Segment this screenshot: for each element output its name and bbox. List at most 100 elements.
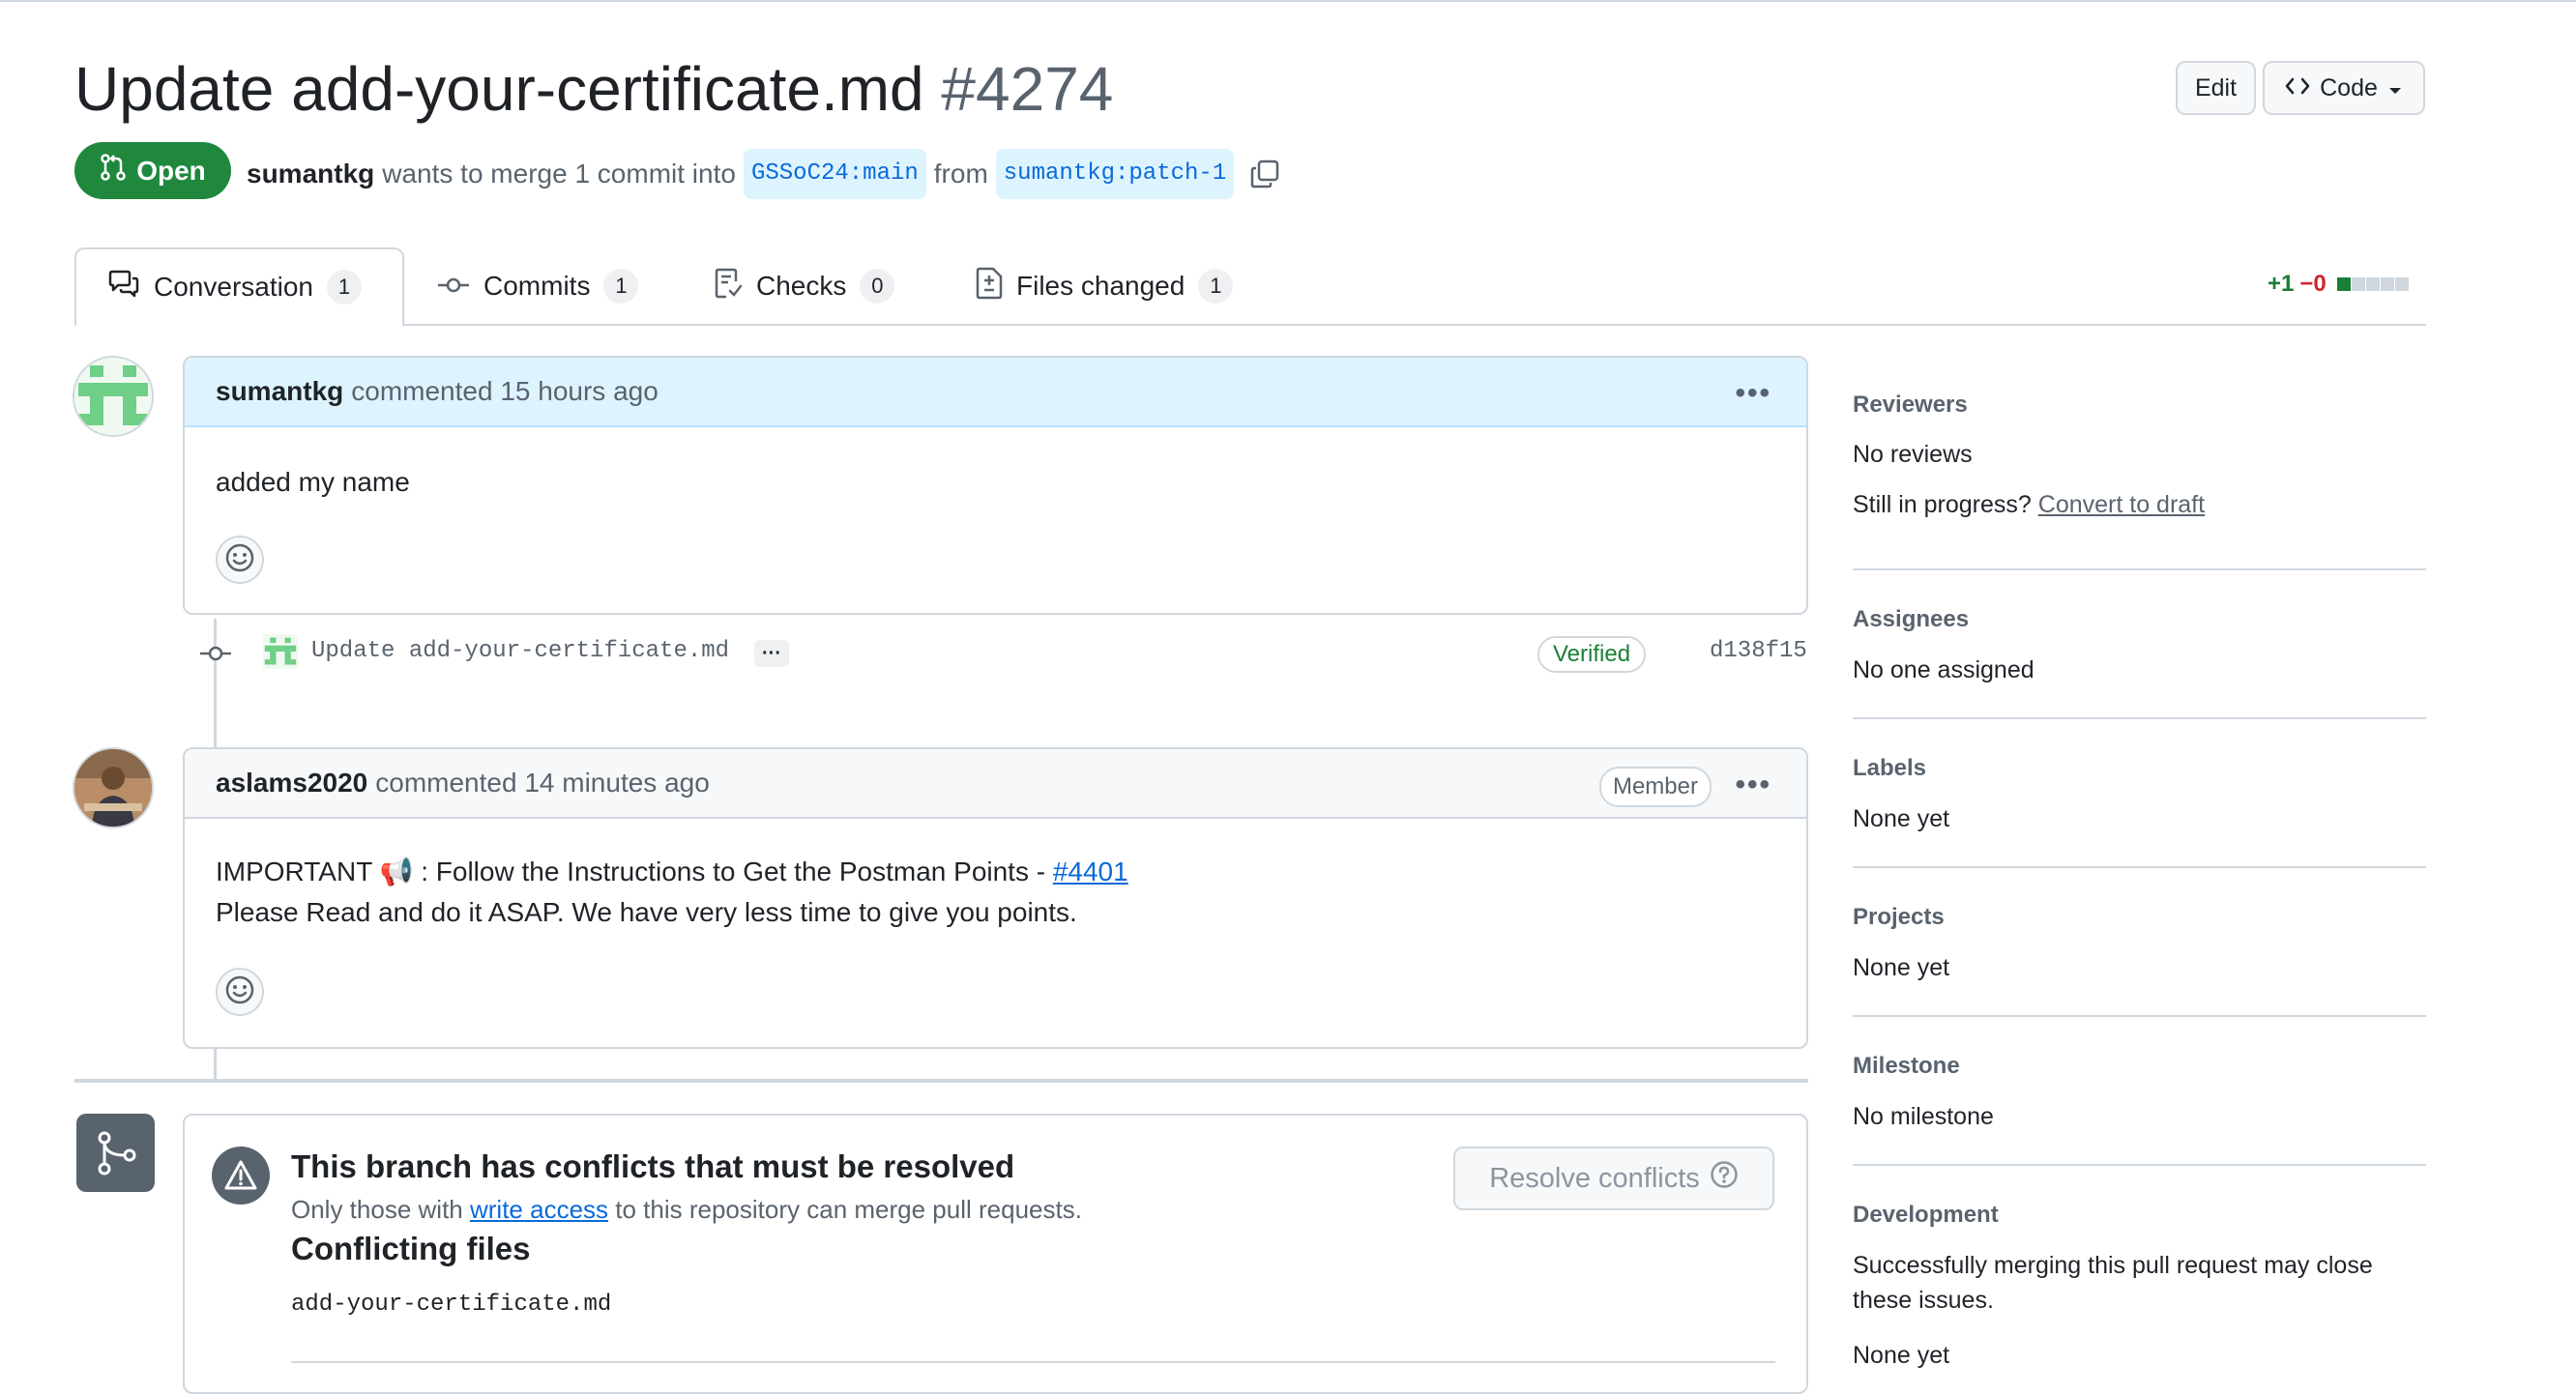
tab-conversation[interactable]: Conversation 1 <box>74 247 404 327</box>
pr-author-link[interactable]: sumantkg <box>247 153 374 195</box>
projects-heading[interactable]: Projects <box>1853 904 1945 931</box>
development-heading[interactable]: Development <box>1853 1202 1999 1229</box>
commit-author-avatar[interactable] <box>263 634 298 674</box>
comment-header: sumantkg commented 15 hours ago ••• <box>185 358 1806 427</box>
base-branch[interactable]: GSSoC24:main <box>743 149 926 199</box>
comment-aslams2020: aslams2020 commented 14 minutes ago Memb… <box>183 747 1808 1049</box>
avatar-aslams2020[interactable] <box>73 747 154 828</box>
from-text: from <box>933 159 988 189</box>
add-reaction-button[interactable] <box>216 968 264 1016</box>
resolve-conflicts-button[interactable]: Resolve conflicts <box>1453 1147 1774 1210</box>
tab-checks-count: 0 <box>860 269 895 304</box>
caret-down-icon <box>2387 74 2403 102</box>
smiley-icon <box>224 542 255 578</box>
tab-checks-label: Checks <box>756 271 847 301</box>
comment-text: added my name <box>216 467 410 497</box>
edit-button[interactable]: Edit <box>2176 61 2256 115</box>
development-text-line2: these issues. <box>1853 1287 1994 1314</box>
diffstat-block-neutral <box>2394 277 2409 291</box>
sidebar-divider <box>1853 866 2426 868</box>
comment-discussion-icon <box>107 270 140 305</box>
merge-box-divider <box>291 1361 1775 1363</box>
comment-body: IMPORTANT 📢 : Follow the Instructions to… <box>216 852 1128 933</box>
checklist-icon <box>714 268 743 305</box>
pr-state-label: Open <box>136 155 206 186</box>
tab-commits-label: Commits <box>483 271 591 301</box>
git-merge-icon <box>76 1114 155 1192</box>
tab-files-changed[interactable]: Files changed 1 <box>945 247 1264 325</box>
commit-sha-link[interactable]: d138f15 <box>1710 638 1807 664</box>
comment-text-line2: Please Read and do it ASAP. We have very… <box>216 897 1077 927</box>
code-button[interactable]: Code <box>2263 61 2425 115</box>
conflict-subtitle-suffix: to this repository can merge pull reques… <box>615 1195 1082 1224</box>
code-button-label: Code <box>2320 73 2378 102</box>
labels-heading[interactable]: Labels <box>1853 755 1926 782</box>
merge-summary: sumantkg wants to merge 1 commit into GS… <box>247 149 1280 199</box>
diffstat-additions: +1 <box>2268 271 2295 297</box>
conflicting-files-heading: Conflicting files <box>291 1231 531 1266</box>
commit-expand-button[interactable]: ··· <box>754 640 789 667</box>
diffstat-bar <box>2336 277 2409 291</box>
alert-icon <box>212 1147 270 1205</box>
sidebar-divider <box>1853 1164 2426 1166</box>
development-text: Successfully merging this pull request m… <box>1853 1248 2373 1318</box>
comment-sumantkg: sumantkg commented 15 hours ago ••• adde… <box>183 356 1808 615</box>
smiley-icon <box>224 974 255 1010</box>
page-title: Update add-your-certificate.md #4274 <box>74 50 1113 128</box>
diffstat-block-added <box>2336 277 2351 291</box>
convert-to-draft-link[interactable]: Convert to draft <box>2038 491 2205 518</box>
milestone-heading[interactable]: Milestone <box>1853 1053 1960 1080</box>
comment-text: IMPORTANT 📢 : Follow the Instructions to… <box>216 857 1053 886</box>
write-access-link[interactable]: write access <box>470 1195 608 1224</box>
diffstat-block-neutral <box>2380 277 2394 291</box>
draft-prompt-text: Still in progress? <box>1853 491 2032 518</box>
git-commit-icon <box>437 271 470 302</box>
commit-message-link[interactable]: Update add-your-certificate.md <box>311 638 729 664</box>
comment-timestamp[interactable]: commented 15 hours ago <box>351 376 659 407</box>
verified-badge[interactable]: Verified <box>1537 636 1647 673</box>
tab-commits[interactable]: Commits 1 <box>406 247 669 325</box>
comment-author-link[interactable]: sumantkg <box>216 376 343 407</box>
question-icon[interactable] <box>1710 1160 1739 1197</box>
reviewers-value: No reviews <box>1853 441 1973 468</box>
sidebar-divider <box>1853 1015 2426 1017</box>
timeline-separator <box>74 1079 1808 1083</box>
kebab-horizontal-icon[interactable]: ••• <box>1735 377 1771 410</box>
development-text-line1: Successfully merging this pull request m… <box>1853 1252 2373 1279</box>
add-reaction-button[interactable] <box>216 536 264 584</box>
labels-value: None yet <box>1853 805 1950 832</box>
avatar-sumantkg[interactable] <box>73 356 154 437</box>
reviewers-heading[interactable]: Reviewers <box>1853 392 1968 419</box>
pr-state-badge: Open <box>74 142 231 199</box>
member-badge: Member <box>1598 767 1712 807</box>
head-branch[interactable]: sumantkg:patch-1 <box>995 149 1235 199</box>
conflict-subtitle-prefix: Only those with <box>291 1195 463 1224</box>
comment-author-link[interactable]: aslams2020 <box>216 768 367 799</box>
tab-checks[interactable]: Checks 0 <box>683 247 925 325</box>
kebab-horizontal-icon[interactable]: ••• <box>1735 769 1771 801</box>
copy-icon[interactable] <box>1249 159 1280 189</box>
comment-timestamp[interactable]: commented 14 minutes ago <box>375 768 710 799</box>
conflict-title: This branch has conflicts that must be r… <box>291 1148 1015 1184</box>
tab-conversation-label: Conversation <box>154 272 313 302</box>
edit-button-label: Edit <box>2194 73 2238 102</box>
tab-conversation-count: 1 <box>326 270 362 305</box>
pr-title: Update add-your-certificate.md <box>74 54 924 124</box>
merge-text: wants to merge 1 commit into <box>382 159 736 189</box>
comment-header: aslams2020 commented 14 minutes ago Memb… <box>185 749 1806 819</box>
tab-files-changed-count: 1 <box>1198 269 1234 304</box>
diffstat: +1 −0 <box>2268 271 2409 298</box>
pr-number: #4274 <box>941 54 1114 124</box>
resolve-conflicts-label: Resolve conflicts <box>1489 1162 1700 1194</box>
development-value: None yet <box>1853 1342 1950 1369</box>
projects-value: None yet <box>1853 954 1950 981</box>
git-commit-icon <box>199 644 232 668</box>
issue-link[interactable]: #4401 <box>1053 857 1128 886</box>
conflict-subtitle: Only those with write access to this rep… <box>291 1195 1082 1225</box>
sidebar-divider <box>1853 568 2426 570</box>
diffstat-block-neutral <box>2351 277 2365 291</box>
diffstat-block-neutral <box>2365 277 2380 291</box>
assignees-heading[interactable]: Assignees <box>1853 606 1969 633</box>
code-icon <box>2285 74 2310 102</box>
conflicting-file: add-your-certificate.md <box>291 1292 612 1318</box>
